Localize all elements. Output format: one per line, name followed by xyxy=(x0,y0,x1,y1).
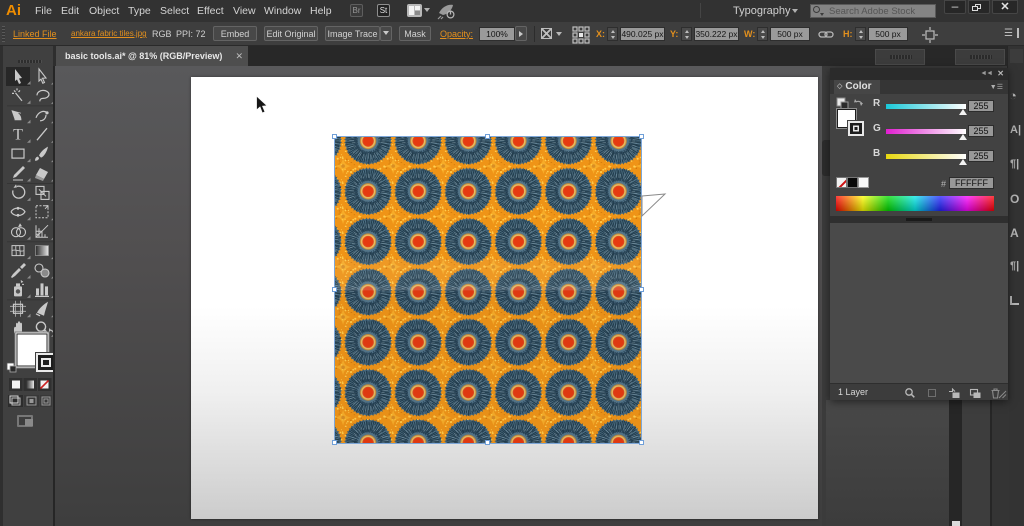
svg-text:T: T xyxy=(13,127,23,144)
